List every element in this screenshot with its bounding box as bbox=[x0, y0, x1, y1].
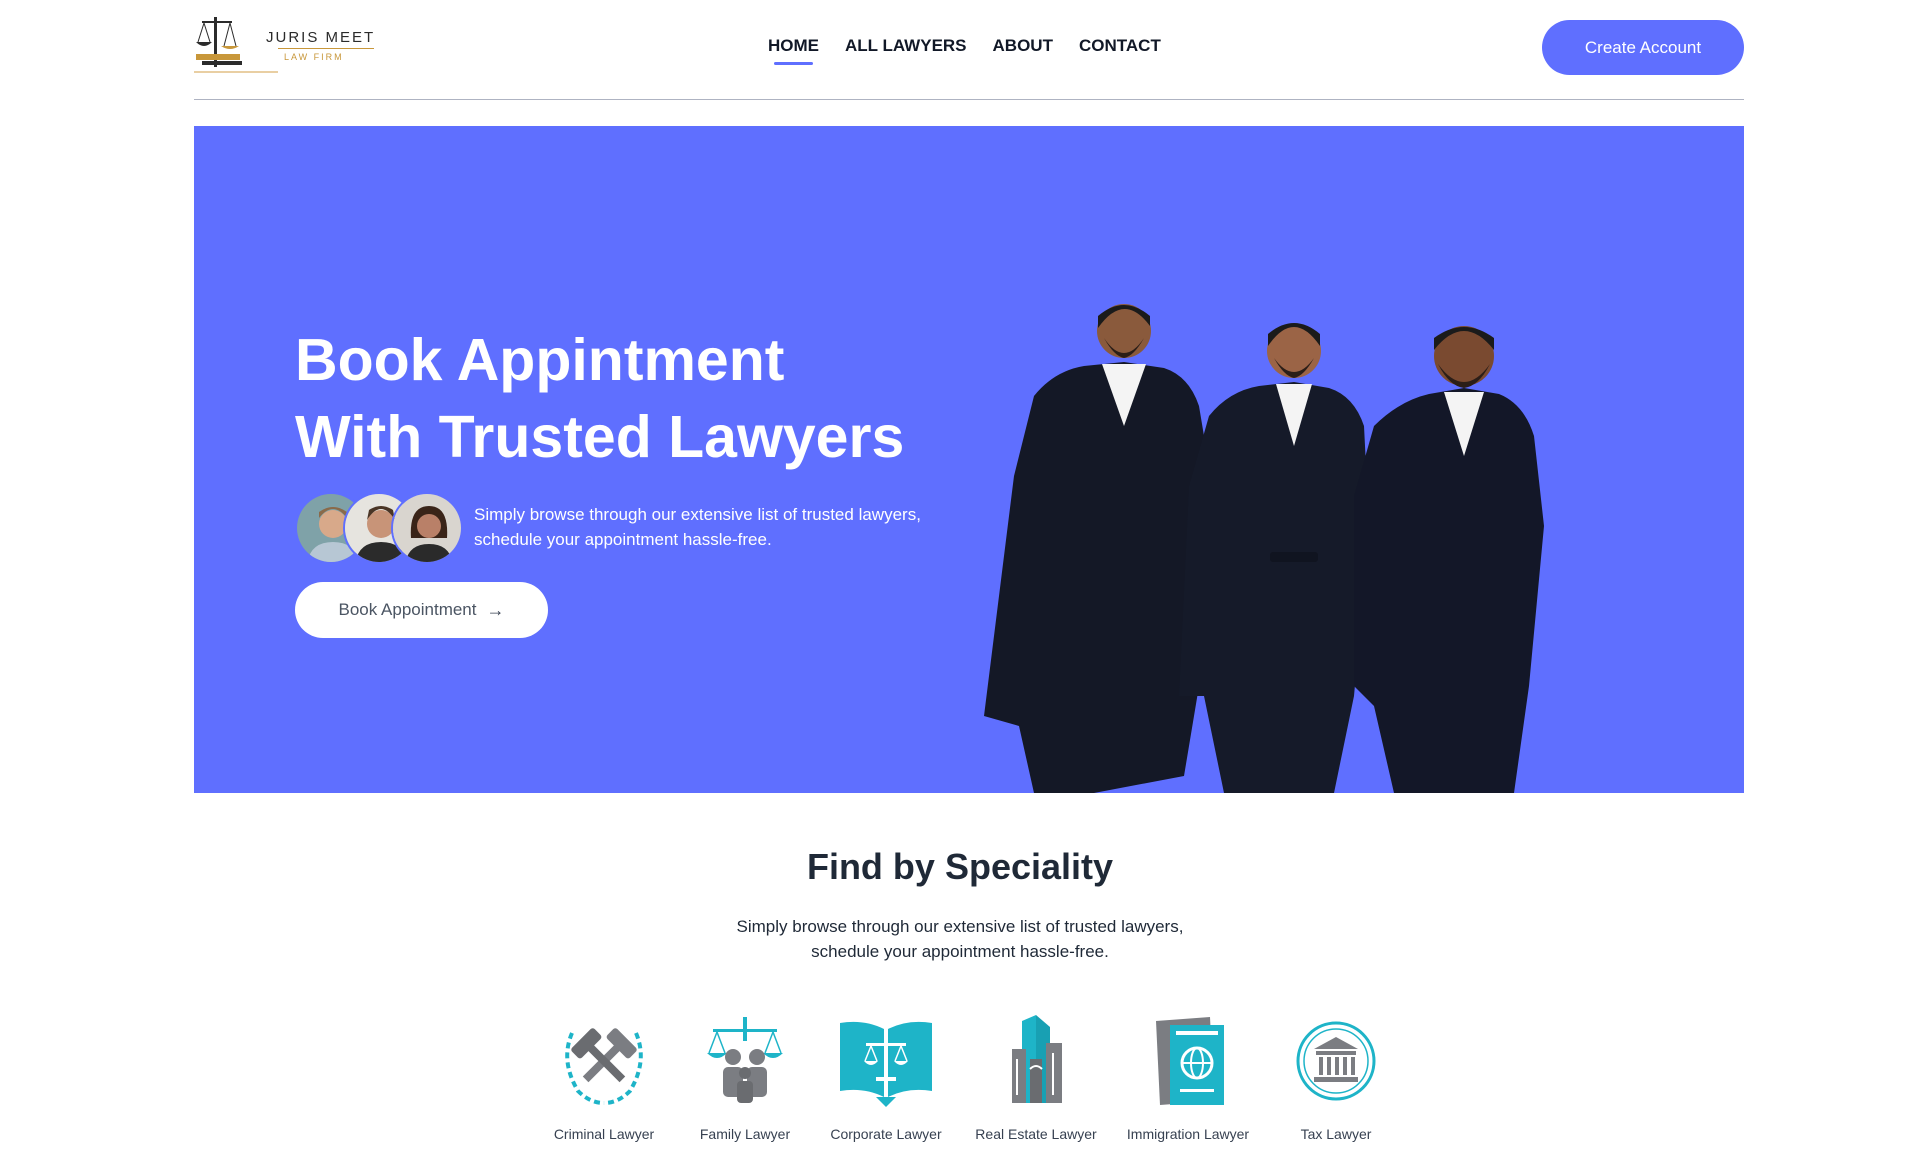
speciality-corporate-lawyer[interactable]: Corporate Lawyer bbox=[811, 1013, 961, 1156]
hero-title-line-1: Book Appintment bbox=[295, 327, 785, 393]
brand-name: JURIS MEET bbox=[266, 29, 376, 46]
speciality-list: Criminal Lawyer Family Lawyer Corporate … bbox=[0, 1013, 1920, 1156]
speciality-real-estate-lawyer[interactable]: Real Estate Lawyer bbox=[961, 1013, 1111, 1156]
speciality-criminal-lawyer[interactable]: Criminal Lawyer bbox=[529, 1013, 679, 1156]
hero-title: Book Appintment With Trusted Lawyers bbox=[295, 322, 995, 476]
passport-icon bbox=[1156, 1017, 1224, 1105]
nav-item-contact[interactable]: CONTACT bbox=[1079, 36, 1161, 56]
brand-divider bbox=[278, 48, 374, 49]
brand-logo[interactable]: JURIS MEET LAW FIRM bbox=[194, 14, 384, 78]
speciality-label: Criminal Lawyer bbox=[553, 1126, 655, 1142]
nav-item-home[interactable]: HOME bbox=[768, 36, 819, 65]
gavels-laurel-icon bbox=[565, 1028, 643, 1105]
speciality-label: Family Lawyer bbox=[699, 1126, 791, 1142]
speciality-tax-lawyer[interactable]: Tax Lawyer bbox=[1261, 1013, 1411, 1156]
brand-tagline: LAW FIRM bbox=[284, 52, 344, 62]
person-photo-icon bbox=[393, 494, 461, 562]
hero-description-line-2: schedule your appointment hassle-free. bbox=[474, 530, 772, 549]
lawyer-figure bbox=[1179, 323, 1369, 793]
book-scales-icon bbox=[840, 1021, 932, 1107]
buildings-icon bbox=[1012, 1015, 1062, 1103]
nav-item-all-lawyers[interactable]: ALL LAWYERS bbox=[845, 36, 967, 56]
speciality-family-lawyer[interactable]: Family Lawyer bbox=[670, 1013, 820, 1156]
government-building-icon bbox=[1296, 1021, 1376, 1101]
main-nav: HOME ALL LAWYERS ABOUT CONTACT bbox=[768, 36, 1161, 65]
speciality-description-line-1: Simply browse through our extensive list… bbox=[736, 917, 1184, 936]
create-account-button[interactable]: Create Account bbox=[1542, 20, 1744, 75]
hero-description-line-1: Simply browse through our extensive list… bbox=[474, 505, 921, 524]
nav-item-about[interactable]: ABOUT bbox=[993, 36, 1053, 56]
book-appointment-button[interactable]: Book Appointment → bbox=[295, 582, 548, 638]
site-header: JURIS MEET LAW FIRM HOME ALL LAWYERS ABO… bbox=[194, 0, 1744, 100]
lawyers-group-photo bbox=[984, 304, 1544, 793]
scales-of-justice-icon bbox=[194, 17, 278, 73]
speciality-label: Immigration Lawyer bbox=[1126, 1126, 1250, 1142]
speciality-description: Simply browse through our extensive list… bbox=[0, 914, 1920, 964]
avatar-group bbox=[295, 492, 465, 564]
speciality-title: Find by Speciality bbox=[806, 846, 1114, 887]
speciality-description-line-2: schedule your appointment hassle-free. bbox=[811, 942, 1109, 961]
avatar bbox=[391, 492, 463, 564]
speciality-label: Tax Lawyer bbox=[1300, 1126, 1372, 1142]
book-appointment-label: Book Appointment bbox=[338, 600, 477, 619]
lawyer-figure bbox=[1354, 326, 1544, 793]
family-scales-icon bbox=[707, 1017, 783, 1103]
hero-description: Simply browse through our extensive list… bbox=[474, 502, 994, 552]
lawyer-figure bbox=[984, 304, 1214, 793]
hero-banner: Book Appintment With Trusted Lawyers Sim… bbox=[194, 126, 1744, 793]
speciality-label: Real Estate Lawyer bbox=[975, 1126, 1097, 1142]
arrow-right-icon: → bbox=[486, 600, 505, 620]
speciality-immigration-lawyer[interactable]: Immigration Lawyer bbox=[1113, 1013, 1263, 1156]
speciality-label: Corporate Lawyer bbox=[830, 1126, 942, 1142]
hero-title-line-2: With Trusted Lawyers bbox=[295, 404, 905, 470]
